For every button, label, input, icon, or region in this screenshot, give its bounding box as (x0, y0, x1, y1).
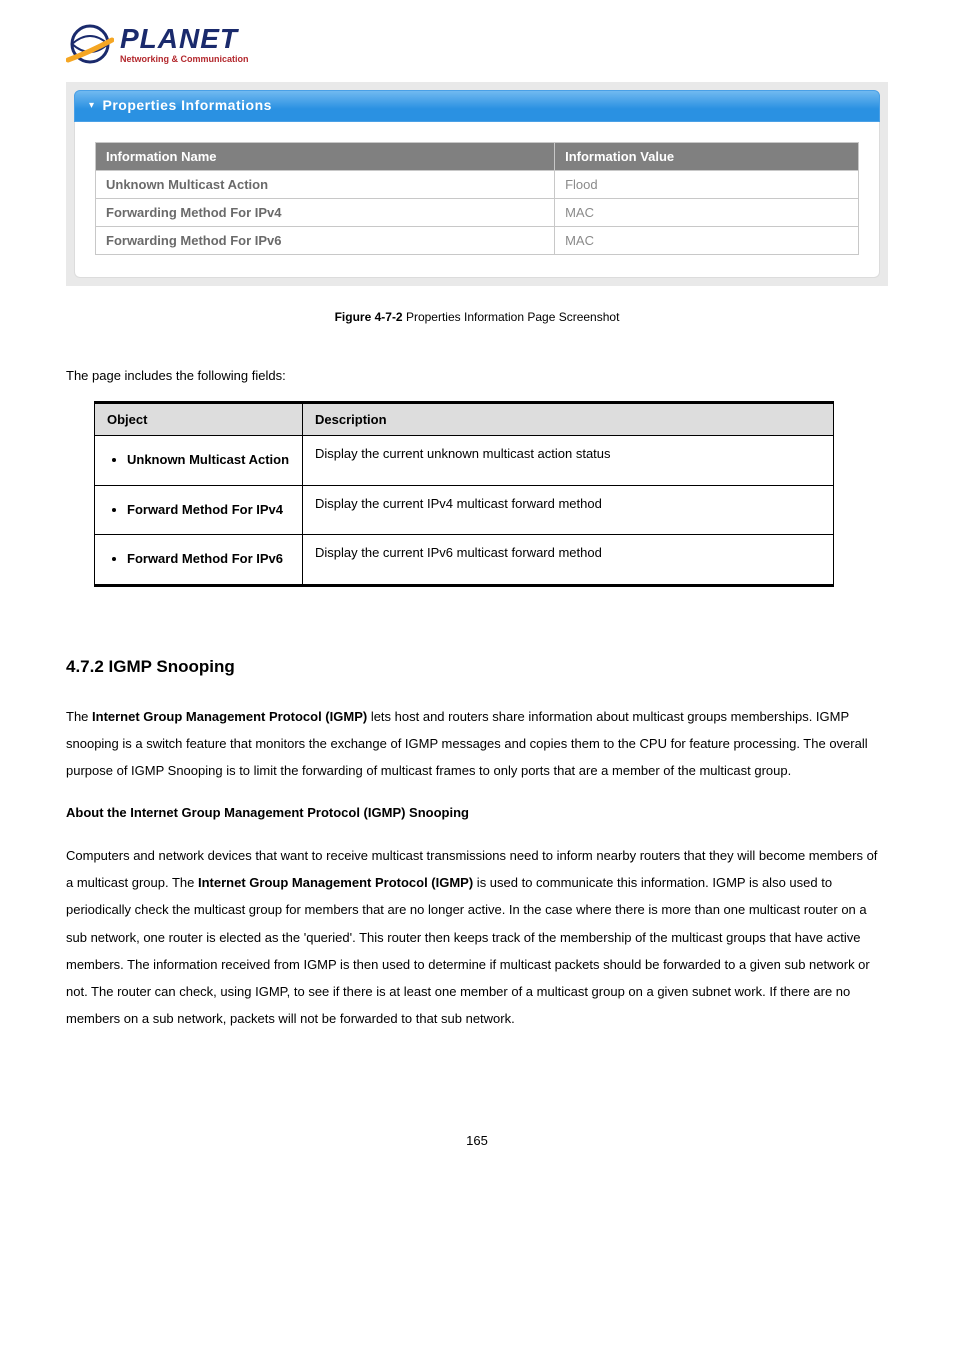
text-bold: Internet Group Management Protocol (IGMP… (198, 875, 473, 890)
field-description: Display the current IPv4 multicast forwa… (303, 485, 834, 535)
brand-name: PLANET (120, 25, 249, 53)
table-row: Unknown Multicast Action Flood (96, 171, 859, 199)
table-row: Unknown Multicast Action Display the cur… (95, 436, 834, 486)
page-number: 165 (66, 1133, 888, 1148)
section-heading: 4.7.2 IGMP Snooping (66, 657, 888, 677)
table-row: Forward Method For IPv4 Display the curr… (95, 485, 834, 535)
info-name: Forwarding Method For IPv4 (96, 199, 555, 227)
section-subheading: About the Internet Group Management Prot… (66, 805, 888, 820)
properties-panel-screenshot: ▾ Properties Informations Information Na… (66, 82, 888, 286)
brand-logo: PLANET Networking & Communication (66, 20, 888, 68)
brand-tagline: Networking & Communication (120, 55, 249, 64)
field-description: Display the current unknown multicast ac… (303, 436, 834, 486)
figure-caption: Figure 4-7-2 Properties Information Page… (66, 310, 888, 324)
panel-header: ▾ Properties Informations (74, 90, 880, 122)
table-row: Forward Method For IPv6 Display the curr… (95, 535, 834, 586)
fields-intro-text: The page includes the following fields: (66, 368, 888, 383)
chevron-down-icon: ▾ (89, 100, 94, 111)
info-header-value: Information Value (555, 143, 859, 171)
panel-title: Properties Informations (102, 97, 271, 113)
text-fragment: The (66, 709, 92, 724)
info-value: Flood (555, 171, 859, 199)
field-description: Display the current IPv6 multicast forwa… (303, 535, 834, 586)
table-row: Forwarding Method For IPv4 MAC (96, 199, 859, 227)
text-fragment: is used to communicate this information.… (66, 875, 870, 1026)
info-value: MAC (555, 199, 859, 227)
fields-header-description: Description (303, 403, 834, 436)
section-paragraph-1: The Internet Group Management Protocol (… (66, 703, 888, 785)
figure-label: Figure 4-7-2 (335, 310, 403, 324)
logo-globe-icon (66, 20, 114, 68)
info-header-name: Information Name (96, 143, 555, 171)
field-object: Unknown Multicast Action (127, 446, 290, 475)
field-object: Forward Method For IPv4 (127, 496, 290, 525)
fields-table: Object Description Unknown Multicast Act… (94, 401, 834, 587)
figure-caption-text: Properties Information Page Screenshot (406, 310, 619, 324)
info-name: Unknown Multicast Action (96, 171, 555, 199)
text-bold: Internet Group Management Protocol (IGMP… (92, 709, 367, 724)
info-name: Forwarding Method For IPv6 (96, 227, 555, 255)
fields-header-object: Object (95, 403, 303, 436)
field-object: Forward Method For IPv6 (127, 545, 290, 574)
properties-info-table: Information Name Information Value Unkno… (95, 142, 859, 255)
info-value: MAC (555, 227, 859, 255)
table-row: Forwarding Method For IPv6 MAC (96, 227, 859, 255)
section-paragraph-2: Computers and network devices that want … (66, 842, 888, 1033)
